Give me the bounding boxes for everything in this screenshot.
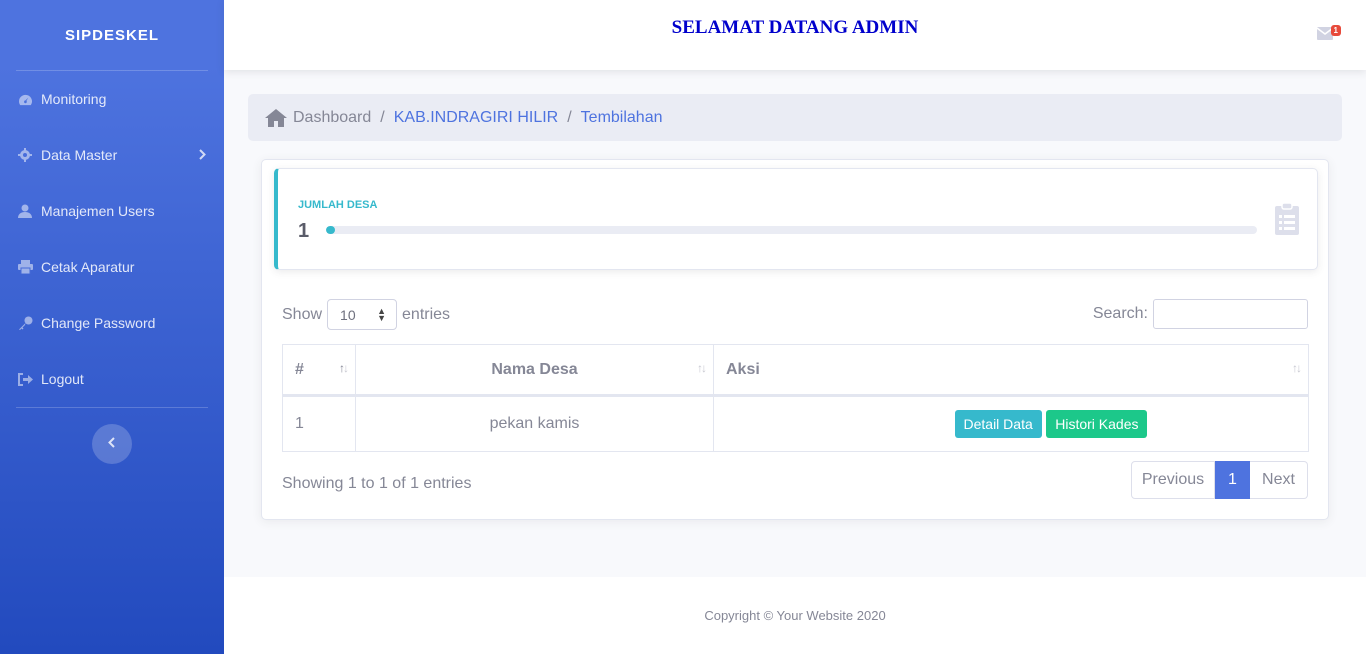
dashboard-icon xyxy=(17,91,33,107)
search-label: Search: xyxy=(1092,305,1148,322)
detail-data-button[interactable]: Detail Data xyxy=(954,410,1042,438)
home-icon xyxy=(264,108,288,128)
footer: Copyright © Your Website 2020 xyxy=(224,577,1366,654)
column-header-number[interactable]: # ↑↓ xyxy=(282,344,356,397)
cell-number: 1 xyxy=(282,395,356,452)
sidebar-item-label: Change Password xyxy=(41,315,156,331)
breadcrumb-kabupaten[interactable]: KAB.INDRAGIRI HILIR xyxy=(394,109,558,127)
breadcrumb-separator: / xyxy=(567,108,572,126)
breadcrumb-kecamatan[interactable]: Tembilahan xyxy=(581,109,663,127)
sidebar-item-label: Logout xyxy=(41,371,84,387)
stat-card: JUMLAH DESA 1 xyxy=(274,168,1318,270)
cell-aksi: Detail Data Histori Kades xyxy=(713,395,1309,452)
page-size-select[interactable]: 10 ▲ ▼ xyxy=(327,299,398,330)
previous-page-button[interactable]: Previous xyxy=(1131,461,1215,499)
sidebar-item-monitoring[interactable]: Monitoring xyxy=(0,71,224,127)
stat-label: JUMLAH DESA xyxy=(298,199,378,211)
page-size-control: Show 10 ▲ ▼ entries xyxy=(282,299,450,330)
page-title: SELAMAT DATANG ADMIN xyxy=(671,17,919,38)
next-page-button[interactable]: Next xyxy=(1250,461,1308,499)
page-1-button[interactable]: 1 xyxy=(1215,461,1250,499)
search-input[interactable] xyxy=(1153,299,1308,329)
progress-track xyxy=(326,226,1257,234)
stat-value: 1 xyxy=(298,220,310,242)
table-row: 1 pekan kamis Detail Data Histori Kades xyxy=(282,395,1309,452)
chevron-left-icon xyxy=(108,435,116,453)
printer-icon xyxy=(17,259,33,275)
data-table: # ↑↓ Nama Desa ↑↓ Aksi ↑↓ 1 pekan kamis … xyxy=(282,344,1309,452)
sort-icon: ↑↓ xyxy=(697,361,707,375)
sort-icon: ↑↓ xyxy=(339,361,349,375)
key-icon xyxy=(17,315,33,331)
column-label: Nama Desa xyxy=(491,360,578,378)
sidebar-item-label: Monitoring xyxy=(41,91,107,107)
select-arrows-icon: ▲ ▼ xyxy=(377,306,387,323)
breadcrumb-dashboard[interactable]: Dashboard xyxy=(293,109,371,127)
sidebar-item-data-master[interactable]: Data Master xyxy=(0,127,224,183)
sidebar-item-label: Cetak Aparatur xyxy=(41,259,135,275)
sidebar-item-manajemen-users[interactable]: Manajemen Users xyxy=(0,183,224,239)
pagination: Previous 1 Next xyxy=(1131,461,1308,499)
histori-kades-button[interactable]: Histori Kades xyxy=(1046,410,1148,438)
cell-nama-desa: pekan kamis xyxy=(355,395,714,452)
user-icon xyxy=(17,203,33,219)
column-header-aksi[interactable]: Aksi ↑↓ xyxy=(713,344,1309,397)
sort-icon: ↑↓ xyxy=(1292,361,1302,375)
show-label: Show xyxy=(282,305,323,323)
column-label: # xyxy=(295,360,304,378)
gear-icon xyxy=(17,147,33,163)
sidebar-item-label: Data Master xyxy=(41,147,118,163)
progress-bar xyxy=(326,226,336,234)
sidebar-toggle-button[interactable] xyxy=(92,424,132,464)
sidebar-item-cetak-aparatur[interactable]: Cetak Aparatur xyxy=(0,239,224,295)
page-size-value: 10 xyxy=(340,306,356,323)
clipboard-list-icon xyxy=(1275,202,1299,240)
sidebar-item-logout[interactable]: Logout xyxy=(0,351,224,407)
logout-icon xyxy=(17,371,33,387)
breadcrumb-separator: / xyxy=(380,108,385,126)
sidebar-toggle-wrap xyxy=(0,408,224,464)
table-header-row: # ↑↓ Nama Desa ↑↓ Aksi ↑↓ xyxy=(282,344,1309,397)
table-info: Showing 1 to 1 of 1 entries xyxy=(282,475,472,492)
entries-label: entries xyxy=(402,305,451,323)
copyright-text: Copyright © Your Website 2020 xyxy=(704,608,886,623)
content-card: JUMLAH DESA 1 Show 10 ▲ ▼ entries Search:… xyxy=(261,159,1329,520)
message-count-badge: 1 xyxy=(1330,25,1341,36)
column-header-nama-desa[interactable]: Nama Desa ↑↓ xyxy=(355,344,714,397)
search-control: Search: xyxy=(1093,299,1308,329)
column-label: Aksi xyxy=(726,360,760,378)
topbar: SELAMAT DATANG ADMIN 1 xyxy=(224,0,1366,70)
chevron-right-icon xyxy=(198,147,206,163)
sidebar-item-change-password[interactable]: Change Password xyxy=(0,295,224,351)
sidebar: SIPDESKEL Monitoring Data Master Manajem… xyxy=(0,0,224,654)
breadcrumb: Dashboard / KAB.INDRAGIRI HILIR / Tembil… xyxy=(248,94,1342,141)
sidebar-brand[interactable]: SIPDESKEL xyxy=(0,0,224,70)
sidebar-item-label: Manajemen Users xyxy=(41,203,155,219)
